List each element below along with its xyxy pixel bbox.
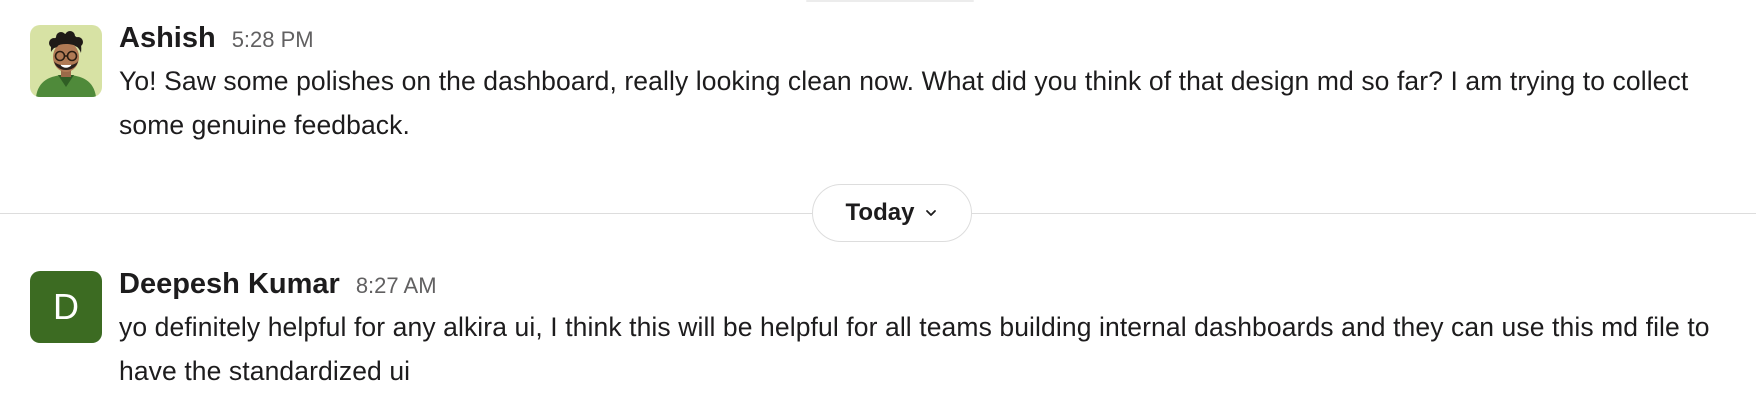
avatar-initial: D [53, 286, 79, 327]
message-header: Deepesh Kumar 8:27 AM [119, 268, 1736, 302]
sender-name[interactable]: Deepesh Kumar [119, 268, 340, 301]
message-body: Ashish 5:28 PM Yo! Saw some polishes on … [119, 22, 1736, 147]
day-divider-label: Today [845, 199, 915, 226]
message-timestamp[interactable]: 8:27 AM [356, 273, 437, 299]
avatar[interactable]: D [30, 271, 102, 343]
message-item: Ashish 5:28 PM Yo! Saw some polishes on … [30, 22, 1736, 147]
day-divider-button[interactable]: Today [812, 184, 972, 242]
message-body: Deepesh Kumar 8:27 AM yo definitely help… [119, 268, 1736, 393]
avatar[interactable] [30, 25, 102, 97]
previous-divider-stub [806, 0, 974, 2]
message-item: D Deepesh Kumar 8:27 AM yo definitely he… [30, 268, 1736, 393]
chevron-down-icon [924, 208, 938, 218]
sender-name[interactable]: Ashish [119, 22, 216, 55]
message-text: yo definitely helpful for any alkira ui,… [119, 312, 1710, 386]
message-header: Ashish 5:28 PM [119, 22, 1736, 56]
person-avatar-image [30, 25, 102, 97]
message-text: Yo! Saw some polishes on the dashboard, … [119, 66, 1689, 140]
message-timestamp[interactable]: 5:28 PM [232, 27, 314, 53]
